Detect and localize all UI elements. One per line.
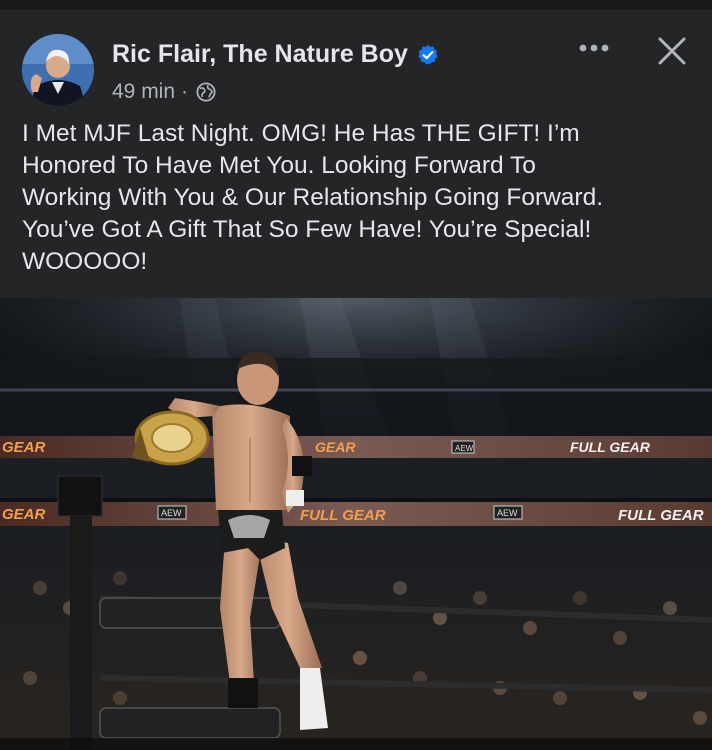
banner-gear-text-1: GEAR: [2, 439, 46, 456]
post-photo[interactable]: GEAR GEAR AEW FULL GEAR GEAR AEW FULL GE…: [0, 298, 712, 750]
banner-fullgear-text-2: FULL GEAR: [300, 507, 386, 524]
close-icon: [658, 37, 686, 65]
verified-badge-icon: [417, 44, 439, 66]
banner-logo-3: AEW: [497, 508, 518, 518]
more-options-button[interactable]: [576, 35, 612, 61]
post-timestamp[interactable]: 49 min: [112, 80, 175, 104]
banner-gear-text-3: GEAR: [2, 506, 46, 523]
top-strip: [0, 0, 712, 10]
globe-icon: [196, 82, 216, 102]
post-text: I Met MJF Last Night. OMG! He Has THE GI…: [22, 120, 604, 275]
banner-fullgear-text-1: FULL GEAR: [570, 439, 651, 455]
banner-logo-1: AEW: [455, 444, 474, 453]
banner-fullgear-text-3: FULL GEAR: [618, 507, 704, 524]
post-meta: 49 min ·: [112, 80, 216, 104]
author-header: Ric Flair, The Nature Boy: [112, 40, 439, 69]
author-avatar[interactable]: [22, 34, 94, 106]
more-options-icon: [579, 44, 609, 52]
close-button[interactable]: [655, 34, 689, 68]
author-name[interactable]: Ric Flair, The Nature Boy: [112, 40, 408, 69]
banner-gear-text-2: GEAR: [315, 439, 356, 455]
meta-separator: ·: [181, 80, 189, 103]
banner-logo-2: AEW: [161, 508, 182, 518]
